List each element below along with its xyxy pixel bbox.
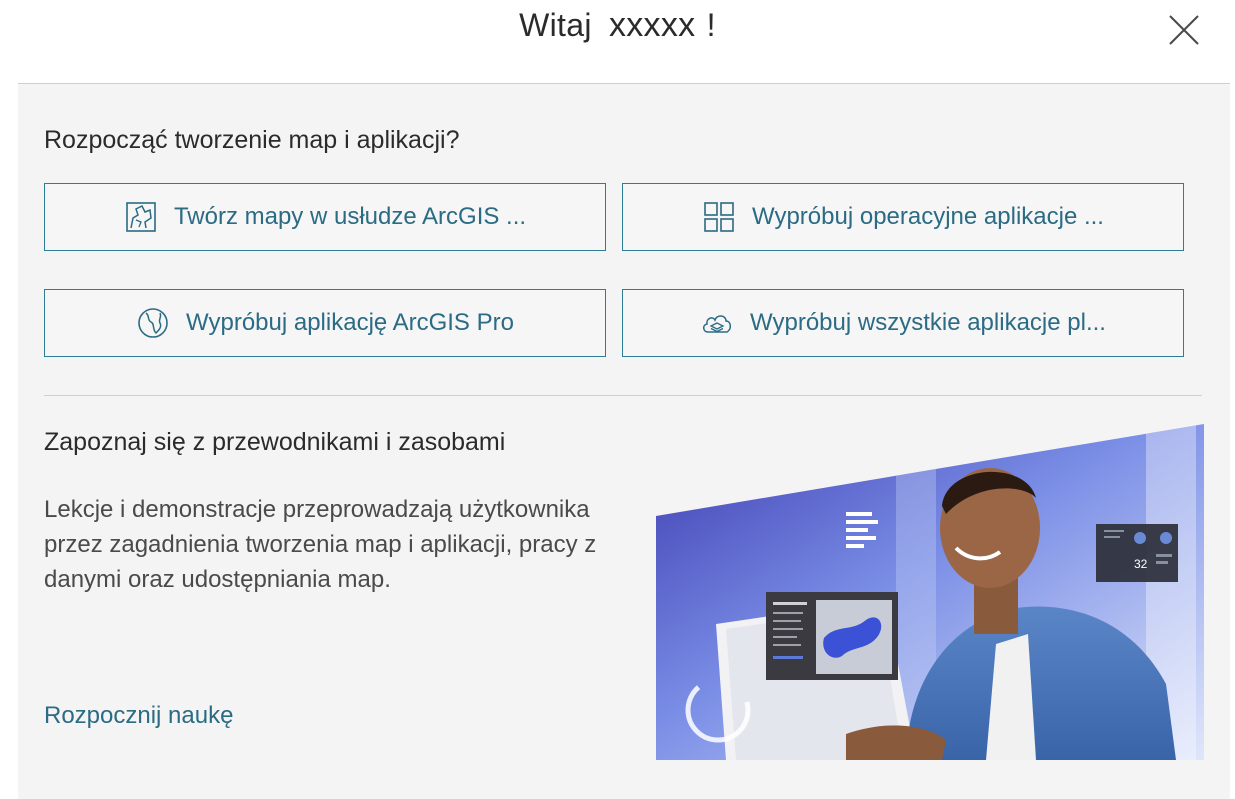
all-apps-label: Wypróbuj wszystkie aplikacje pl... <box>750 309 1106 336</box>
exclamation-text: ! <box>706 7 716 43</box>
globe-icon <box>136 306 170 340</box>
apps-grid-icon <box>702 200 736 234</box>
learn-title: Zapoznaj się z przewodnikami i zasobami <box>44 428 506 456</box>
start-question: Rozpocząć tworzenie map i aplikacji? <box>44 126 460 154</box>
dialog-title: Witaj xxxxx ! <box>0 6 1235 45</box>
operational-apps-label: Wypróbuj operacyjne aplikacje ... <box>752 203 1104 230</box>
hero-badge-number: 32 <box>1134 557 1148 571</box>
close-button[interactable] <box>1166 12 1202 48</box>
section-divider <box>44 395 1202 396</box>
all-apps-button[interactable]: Wypróbuj wszystkie aplikacje pl... <box>622 289 1184 357</box>
start-learning-link[interactable]: Rozpocznij naukę <box>44 702 233 730</box>
arcgis-pro-label: Wypróbuj aplikację ArcGIS Pro <box>186 309 514 336</box>
close-icon <box>1169 15 1199 45</box>
hero-image: 32 <box>656 424 1204 760</box>
arcgis-pro-button[interactable]: Wypróbuj aplikację ArcGIS Pro <box>44 289 606 357</box>
create-maps-label: Twórz mapy w usłudze ArcGIS ... <box>173 203 527 230</box>
create-maps-button[interactable]: Twórz mapy w usłudze ArcGIS ... <box>44 183 606 251</box>
operational-apps-button[interactable]: Wypróbuj operacyjne aplikacje ... <box>622 183 1184 251</box>
map-icon <box>124 200 158 234</box>
greeting-text: Witaj <box>519 7 592 43</box>
dialog-header: Witaj xxxxx ! <box>0 0 1235 84</box>
learn-description: Lekcje i demonstracje przeprowadzają uży… <box>44 496 597 593</box>
username-text: xxxxx <box>608 6 696 44</box>
cloud-layers-icon <box>700 306 734 340</box>
